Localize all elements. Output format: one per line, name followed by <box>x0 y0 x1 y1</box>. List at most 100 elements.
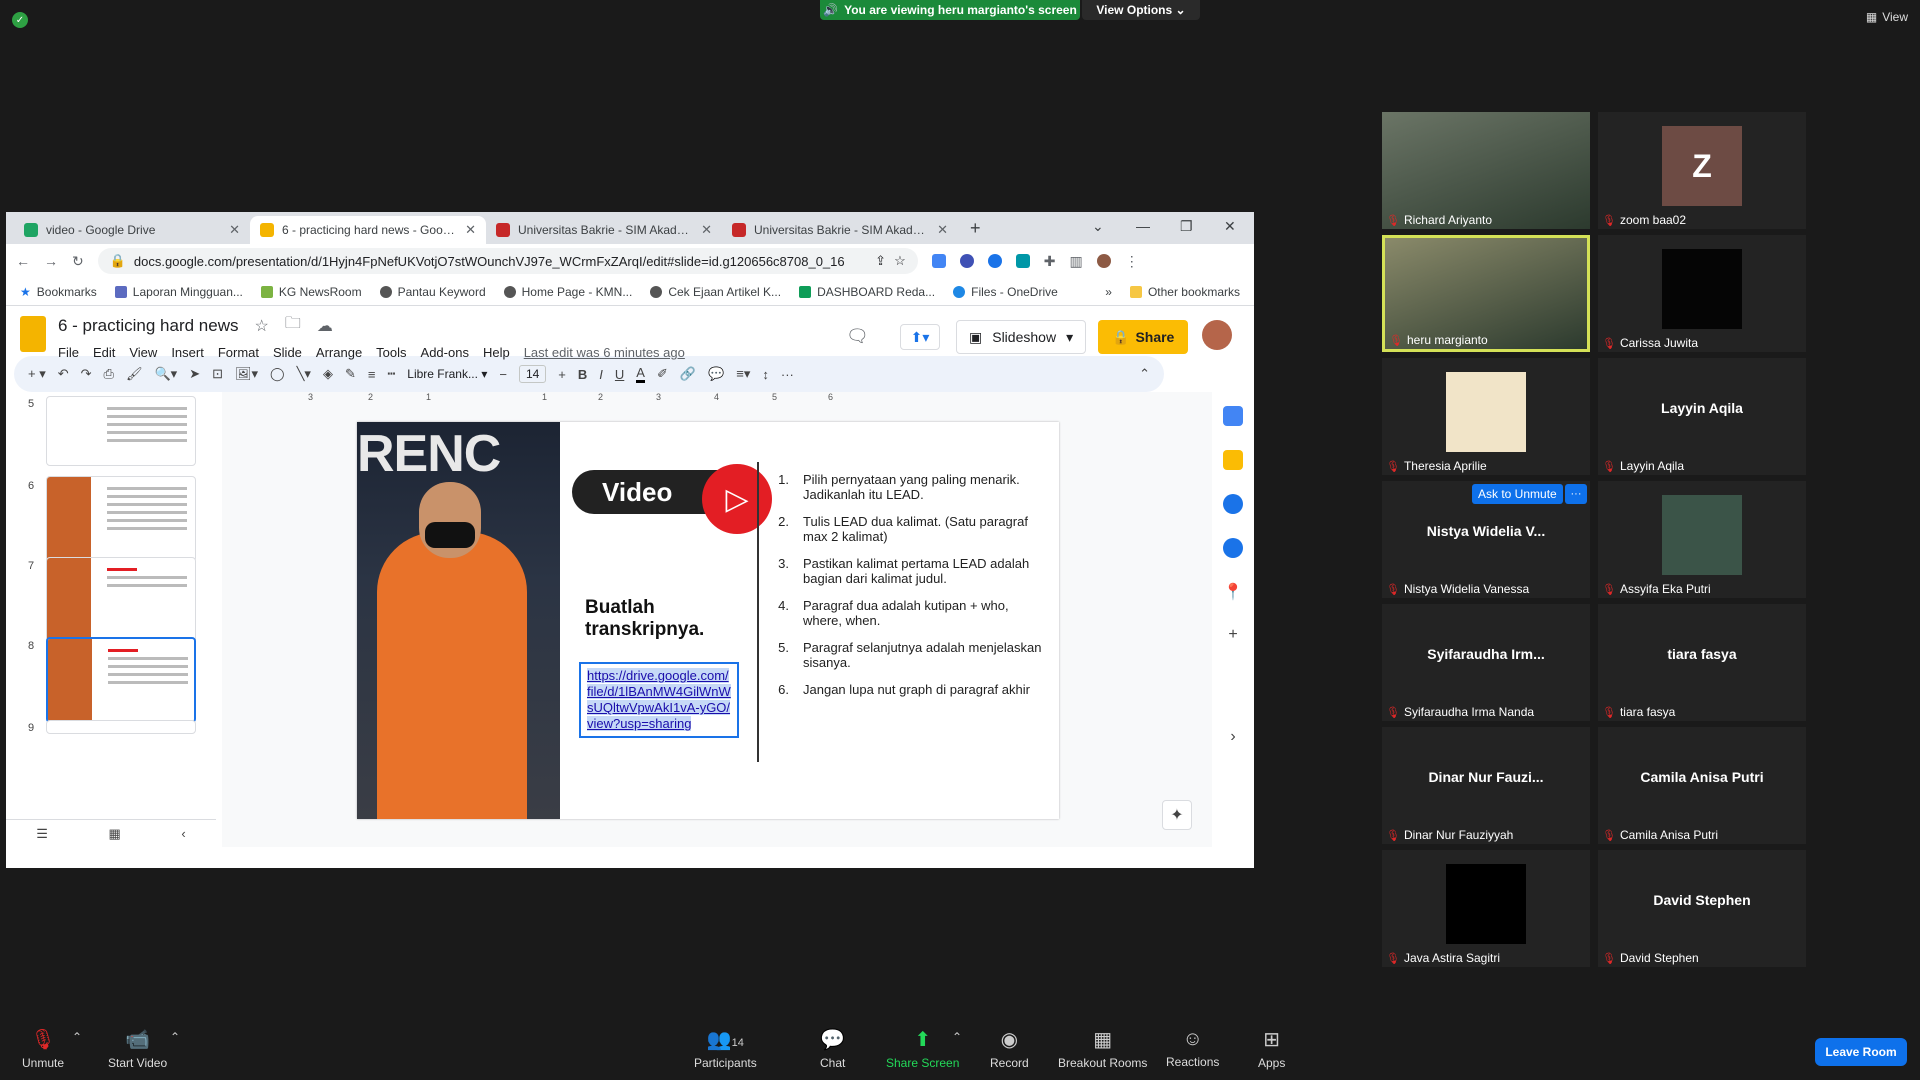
participant-tile[interactable]: Camila Anisa Putri 🎙 Camila Anisa Putri <box>1598 727 1806 844</box>
extension-icon[interactable] <box>959 254 974 268</box>
audio-options-icon[interactable]: ⌃ <box>72 1030 82 1044</box>
collapse-panel-icon[interactable]: ‹ <box>181 826 185 841</box>
puzzle-icon[interactable]: ✚ <box>1044 253 1056 270</box>
apps-button[interactable]: ⊞ Apps <box>1258 1027 1285 1070</box>
menu-help[interactable]: Help <box>483 345 510 360</box>
grammar-extension-icon[interactable] <box>987 254 1002 268</box>
browser-tab[interactable]: Universitas Bakrie - SIM Akadem ✕ <box>722 216 958 244</box>
last-edit-link[interactable]: Last edit was 6 minutes ago <box>524 345 685 360</box>
menu-insert[interactable]: Insert <box>171 345 204 360</box>
leave-room-button[interactable]: Leave Room <box>1815 1038 1907 1066</box>
print-icon[interactable]: ⎙ <box>104 366 114 382</box>
slide-thumbnail[interactable] <box>46 557 196 643</box>
participant-tile[interactable]: David Stephen 🎙 David Stephen <box>1598 850 1806 967</box>
breakout-rooms-button[interactable]: ▦ Breakout Rooms <box>1058 1027 1147 1070</box>
profile-avatar[interactable] <box>1096 254 1111 268</box>
view-options-button[interactable]: View Options ⌄ <box>1082 0 1200 20</box>
border-color-icon[interactable]: ✎ <box>345 366 356 382</box>
bookmark-star-icon[interactable]: ☆ <box>894 253 906 269</box>
slides-logo-icon[interactable] <box>20 316 46 352</box>
chat-button[interactable]: 💬 Chat <box>820 1027 845 1070</box>
seo-extension-icon[interactable] <box>1015 254 1030 268</box>
present-to-meeting-icon[interactable]: ⬆▾ <box>900 324 940 350</box>
paint-format-icon[interactable]: 🖌 <box>126 366 143 382</box>
video-options-icon[interactable]: ⌃ <box>170 1030 180 1044</box>
text-color-icon[interactable]: A <box>636 365 645 383</box>
image-icon[interactable]: 🖼▾ <box>235 366 258 382</box>
minimize-icon[interactable]: — <box>1136 218 1150 234</box>
unmute-button[interactable]: 🎙 Unmute <box>22 1027 64 1070</box>
border-weight-icon[interactable]: ≡ <box>368 367 376 382</box>
grid-view-icon[interactable]: ▦ <box>109 826 121 842</box>
menu-tools[interactable]: Tools <box>376 345 406 360</box>
slideshow-button[interactable]: ▣ Slideshow ▾ <box>956 320 1087 354</box>
bookmark-item[interactable]: KG NewsRoom <box>260 285 362 299</box>
slide-thumbnail[interactable] <box>46 720 196 734</box>
slide-thumbnail-selected[interactable] <box>46 637 196 723</box>
reactions-button[interactable]: ☺ Reactions <box>1166 1028 1219 1069</box>
browser-tab[interactable]: Universitas Bakrie - SIM Akadem ✕ <box>486 216 722 244</box>
translate-extension-icon[interactable] <box>931 254 946 268</box>
slide-thumbnail[interactable] <box>46 476 196 562</box>
explore-icon[interactable]: ✦ <box>1162 800 1192 830</box>
bookmark-item[interactable]: DASHBOARD Reda... <box>799 285 935 299</box>
side-panel-icon[interactable]: ▥ <box>1069 253 1082 270</box>
tasks-icon[interactable] <box>1223 494 1243 514</box>
browser-tab[interactable]: video - Google Drive ✕ <box>14 216 250 244</box>
avatar[interactable] <box>1202 320 1232 350</box>
bookmark-item[interactable]: ★ Bookmarks <box>20 285 97 299</box>
start-video-button[interactable]: 📹 Start Video <box>108 1027 167 1070</box>
font-select[interactable]: Libre Frank... ▾ <box>407 367 487 381</box>
current-slide[interactable]: RENC Video ▷ Buatlah transkripnya. https… <box>357 422 1059 819</box>
close-tab-icon[interactable]: ✕ <box>937 222 948 238</box>
participant-tile[interactable]: 🎙 Theresia Aprilie <box>1382 358 1590 475</box>
menu-arrange[interactable]: Arrange <box>316 345 362 360</box>
move-folder-icon[interactable]: 🗀 <box>285 312 301 339</box>
slide-heading[interactable]: Buatlah transkripnya. <box>585 597 755 641</box>
fill-color-icon[interactable]: ◈ <box>323 366 333 382</box>
browser-tab-active[interactable]: 6 - practicing hard news - Google ✕ <box>250 216 486 244</box>
menu-view[interactable]: View <box>129 345 157 360</box>
participant-tile[interactable]: tiara fasya 🎙 tiara fasya <box>1598 604 1806 721</box>
star-icon[interactable]: ☆ <box>254 316 268 336</box>
participant-tile[interactable]: 🎙 heru margianto <box>1382 235 1590 352</box>
other-bookmarks[interactable]: Other bookmarks <box>1129 285 1240 299</box>
keep-icon[interactable] <box>1223 450 1243 470</box>
shape-icon[interactable]: ◯ <box>270 366 285 382</box>
menu-addons[interactable]: Add-ons <box>421 345 469 360</box>
add-comment-icon[interactable]: 💬 <box>708 366 724 382</box>
drive-link-textbox[interactable]: https://drive.google.com/file/d/1lBAnMW4… <box>579 662 739 738</box>
participant-tile[interactable]: Dinar Nur Fauzi... 🎙 Dinar Nur Fauziyyah <box>1382 727 1590 844</box>
bold-icon[interactable]: B <box>578 367 587 382</box>
font-size-field[interactable]: 14 <box>518 365 547 383</box>
link-icon[interactable]: 🔗 <box>680 366 696 382</box>
bookmark-item[interactable]: Pantau Keyword <box>379 285 486 299</box>
redo-icon[interactable]: ↷ <box>81 366 92 382</box>
participant-tile[interactable]: 🎙 Carissa Juwita <box>1598 235 1806 352</box>
url-field[interactable]: 🔒 docs.google.com/presentation/d/1Hyjn4F… <box>97 248 918 274</box>
menu-format[interactable]: Format <box>218 345 259 360</box>
comment-history-icon[interactable]: 🗨 <box>846 326 869 347</box>
participant-tile[interactable]: 🎙 Richard Ariyanto <box>1382 112 1590 229</box>
share-screen-button[interactable]: ⬆ Share Screen <box>886 1027 959 1070</box>
highlight-icon[interactable]: ✐ <box>657 366 668 382</box>
underline-icon[interactable]: U <box>615 367 624 382</box>
expand-panel-icon[interactable]: › <box>1230 728 1235 746</box>
zoom-icon[interactable]: 🔍▾ <box>154 366 177 382</box>
more-vert-icon[interactable]: ⋮ <box>1125 253 1139 270</box>
bookmark-item[interactable]: Laporan Mingguan... <box>114 285 243 299</box>
calendar-icon[interactable] <box>1223 406 1243 426</box>
textbox-icon[interactable]: ⊡ <box>212 366 223 382</box>
forward-icon[interactable]: → <box>44 253 58 269</box>
record-button[interactable]: ◉ Record <box>990 1027 1029 1070</box>
participant-tile[interactable]: 🎙 Java Astira Sagitri <box>1382 850 1590 967</box>
participant-tile[interactable]: 🎙 Assyifa Eka Putri <box>1598 481 1806 598</box>
close-window-icon[interactable]: ✕ <box>1224 218 1236 235</box>
bookmark-item[interactable]: Cek Ejaan Artikel K... <box>650 285 781 299</box>
list-view-icon[interactable]: ☰ <box>36 826 48 842</box>
close-tab-icon[interactable]: ✕ <box>465 222 476 238</box>
menu-file[interactable]: File <box>58 345 79 360</box>
restore-icon[interactable]: ❐ <box>1180 218 1193 235</box>
participant-tile[interactable]: Layyin Aqila 🎙 Layyin Aqila <box>1598 358 1806 475</box>
share-options-icon[interactable]: ⌃ <box>952 1030 962 1044</box>
